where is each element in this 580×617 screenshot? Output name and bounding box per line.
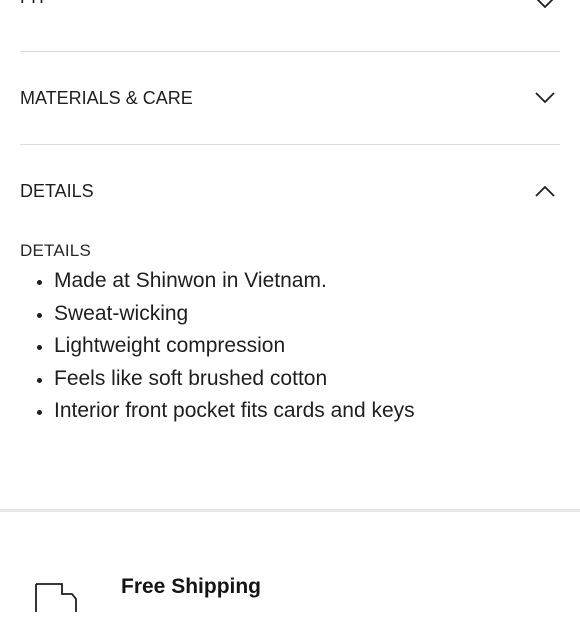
free-shipping-row: Free Shipping bbox=[0, 570, 580, 612]
section-divider bbox=[0, 509, 580, 512]
product-accordion: FIT MATERIALS & CARE DETAILS DETAILS Mad… bbox=[20, 0, 560, 428]
free-shipping-title: Free Shipping bbox=[121, 575, 262, 598]
accordion-fit-header[interactable]: FIT bbox=[20, 0, 560, 51]
list-item: Made at Shinwon in Vietnam. bbox=[54, 265, 560, 298]
accordion-materials-label: MATERIALS & CARE bbox=[20, 87, 193, 108]
chevron-up-icon bbox=[534, 180, 556, 202]
details-subheading: DETAILS bbox=[20, 241, 91, 260]
accordion-details-label: DETAILS bbox=[20, 180, 94, 201]
accordion-materials-header[interactable]: MATERIALS & CARE bbox=[20, 52, 560, 144]
accordion-details-header[interactable]: DETAILS bbox=[20, 145, 560, 237]
accordion-details-content: DETAILS Made at Shinwon in Vietnam. Swea… bbox=[20, 237, 560, 428]
list-item: Lightweight compression bbox=[54, 330, 560, 363]
details-list: Made at Shinwon in Vietnam. Sweat-wickin… bbox=[20, 265, 560, 428]
list-item: Sweat-wicking bbox=[54, 298, 560, 331]
accordion-fit-label: FIT bbox=[20, 0, 47, 8]
chevron-down-icon bbox=[534, 0, 556, 14]
list-item: Feels like soft brushed cotton bbox=[54, 363, 560, 396]
list-item: Interior front pocket fits cards and key… bbox=[54, 395, 560, 428]
box-icon bbox=[34, 582, 78, 612]
chevron-down-icon bbox=[534, 87, 556, 109]
